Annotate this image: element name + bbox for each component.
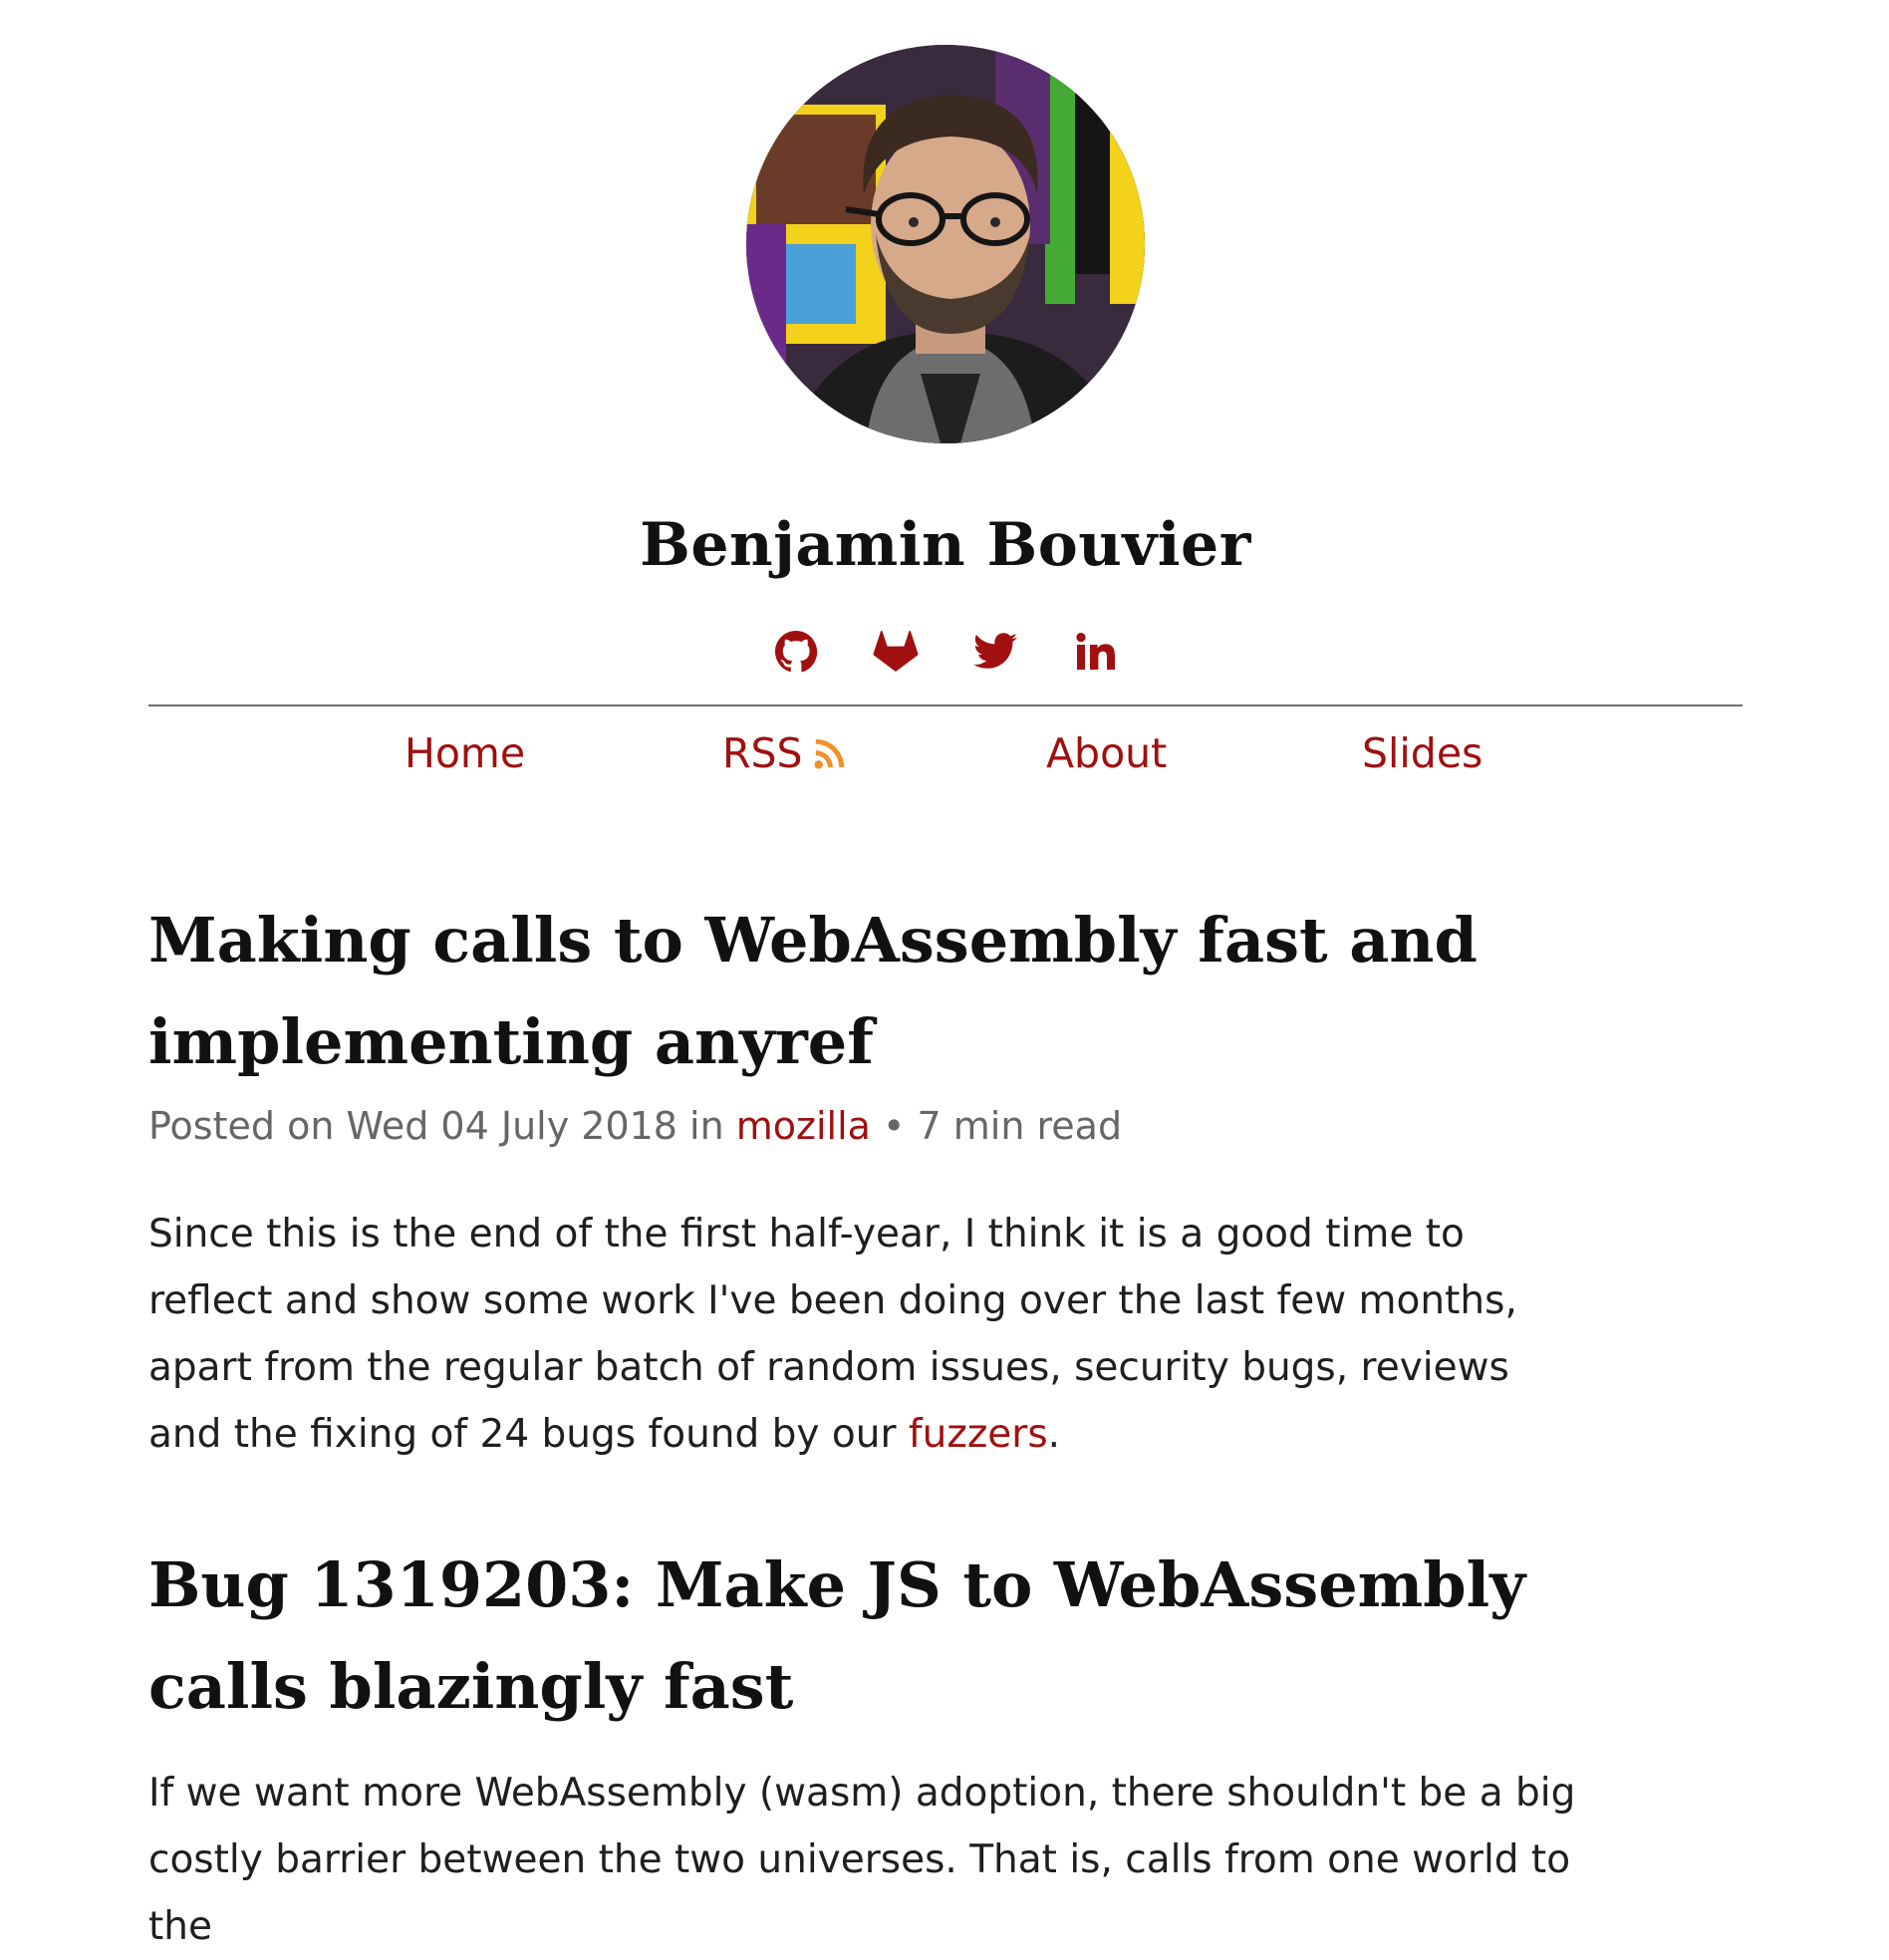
github-link[interactable] [770, 626, 822, 678]
intro-text: Since this is the end of the first half-… [148, 1212, 1517, 1457]
rss-icon [813, 738, 844, 769]
twitter-icon [973, 633, 1017, 669]
nav-home[interactable]: Home [405, 729, 525, 777]
social-links [148, 626, 1743, 678]
intro-text-end: . [1047, 1412, 1061, 1457]
post-meta-readtime: • 7 min read [870, 1104, 1123, 1148]
intro-paragraph: Since this is the end of the first half-… [148, 1201, 1583, 1468]
linkedin-link[interactable] [1069, 626, 1121, 678]
gitlab-link[interactable] [870, 626, 922, 678]
post-meta: Posted on Wed 04 July 2018 in mozilla • … [148, 1104, 1593, 1148]
twitter-link[interactable] [969, 626, 1021, 678]
linkedin-icon [1076, 633, 1115, 670]
section-paragraph: If we want more WebAssembly (wasm) adopt… [148, 1771, 1576, 1949]
post-category-link[interactable]: mozilla [736, 1104, 871, 1148]
nav-slides[interactable]: Slides [1362, 729, 1483, 777]
main-nav: Home RSS About Slides [148, 729, 1743, 789]
avatar-photo [746, 45, 1145, 443]
header-divider [148, 704, 1743, 706]
nav-rss-label: RSS [722, 729, 803, 777]
fuzzers-link[interactable]: fuzzers [909, 1412, 1048, 1457]
author-avatar [746, 45, 1145, 443]
site-title[interactable]: Benjamin Bouvier [148, 510, 1743, 580]
gitlab-icon [873, 631, 919, 672]
post-title[interactable]: Making calls to WebAssembly fast and imp… [148, 890, 1593, 1093]
nav-rss[interactable]: RSS [722, 729, 847, 777]
github-icon [775, 631, 818, 673]
section-heading: Bug 1319203: Make JS to WebAssembly call… [148, 1548, 1526, 1723]
nav-about[interactable]: About [1046, 729, 1167, 777]
post-meta-date: Posted on Wed 04 July 2018 in [148, 1104, 736, 1148]
